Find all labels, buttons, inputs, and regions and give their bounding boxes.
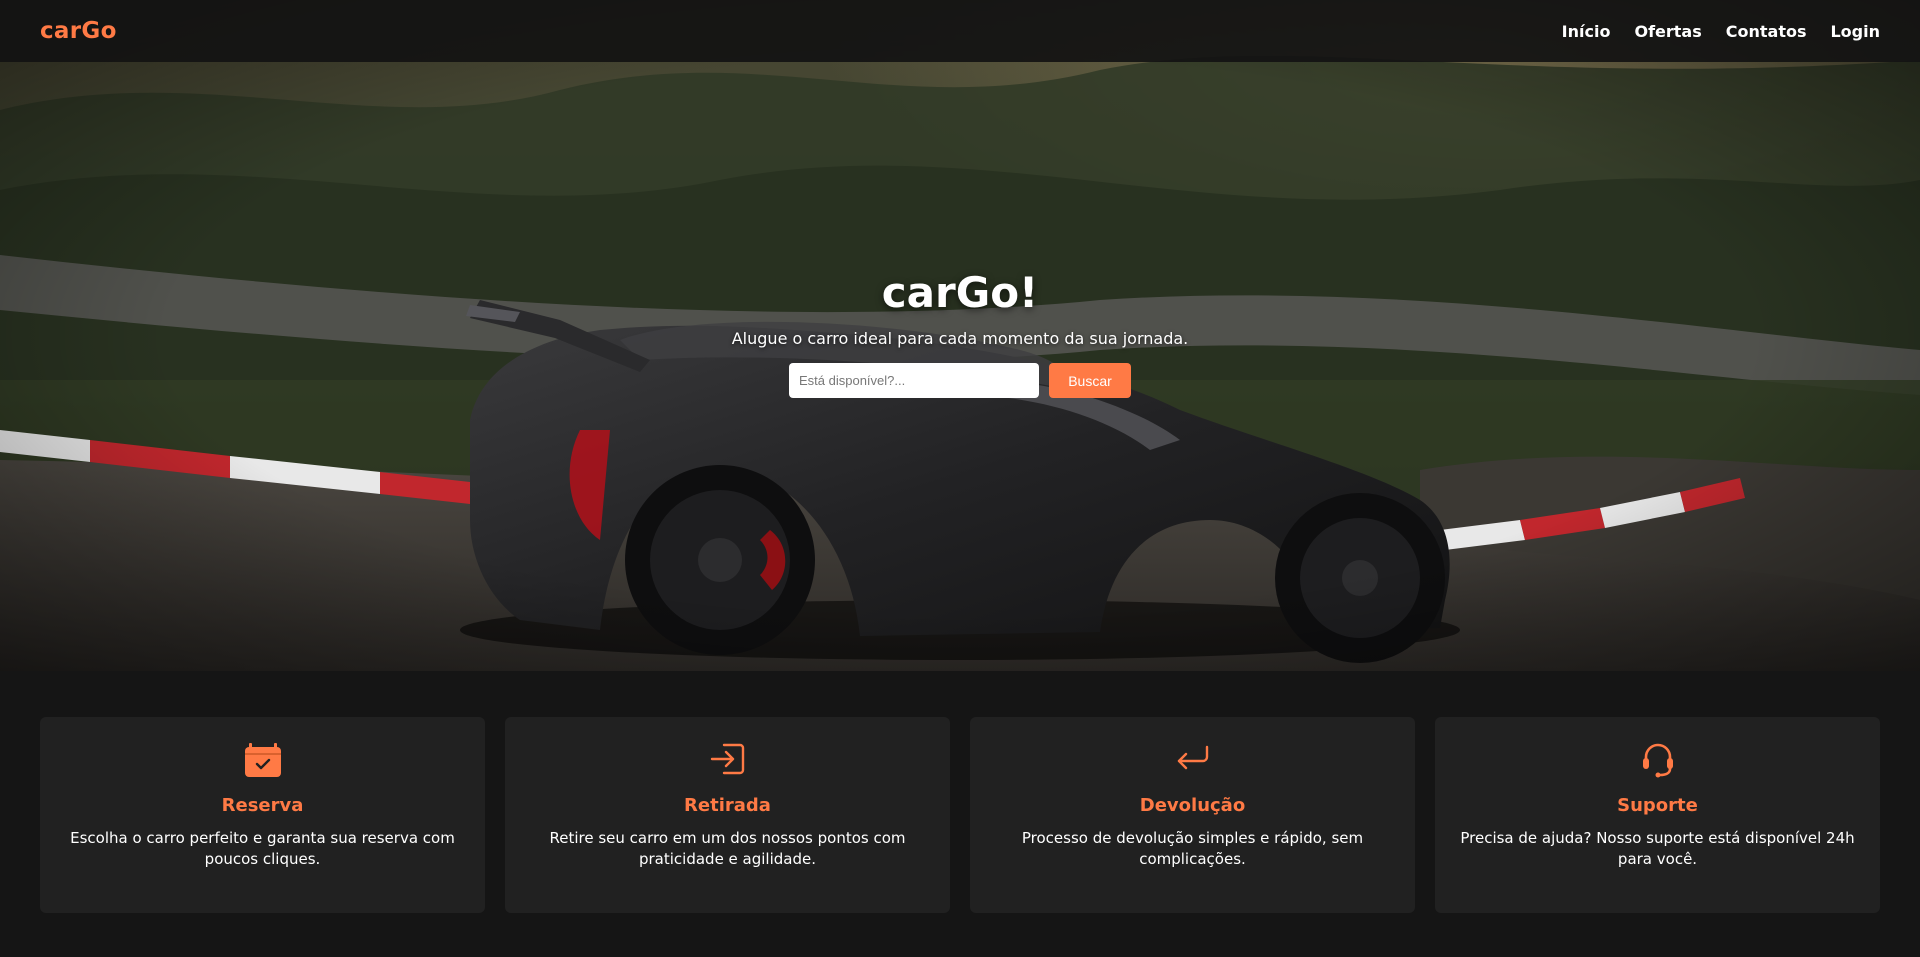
- logo[interactable]: carGo: [40, 18, 117, 44]
- nav-link-contatos[interactable]: Contatos: [1726, 22, 1807, 41]
- hero-content: carGo! Alugue o carro ideal para cada mo…: [0, 268, 1920, 398]
- feature-title: Devolução: [1139, 795, 1246, 816]
- hero-title: carGo!: [881, 268, 1039, 317]
- feature-title: Retirada: [684, 795, 771, 816]
- search-bar: Buscar: [789, 363, 1131, 398]
- nav-link-inicio[interactable]: Início: [1562, 22, 1611, 41]
- feature-title: Suporte: [1617, 795, 1698, 816]
- feature-text: Precisa de ajuda? Nosso suporte está dis…: [1460, 829, 1855, 868]
- return-arrow-icon: [1171, 737, 1215, 781]
- headset-icon: [1636, 737, 1680, 781]
- feature-card-reserva: Reserva Escolha o carro perfeito e garan…: [40, 717, 485, 913]
- navbar: carGo Início Ofertas Contatos Login: [0, 0, 1920, 62]
- calendar-check-icon: [241, 737, 285, 781]
- search-button[interactable]: Buscar: [1049, 363, 1131, 398]
- nav-link-ofertas[interactable]: Ofertas: [1634, 22, 1701, 41]
- feature-text: Retire seu carro em um dos nossos pontos…: [549, 829, 906, 868]
- feature-text: Processo de devolução simples e rápido, …: [1021, 829, 1364, 868]
- feature-card-devolucao: Devolução Processo de devolução simples …: [970, 717, 1415, 913]
- sign-in-icon: [706, 737, 750, 781]
- nav-links: Início Ofertas Contatos Login: [1562, 22, 1880, 41]
- hero-subtitle: Alugue o carro ideal para cada momento d…: [731, 329, 1189, 348]
- search-input[interactable]: [789, 363, 1039, 398]
- feature-card-retirada: Retirada Retire seu carro em um dos noss…: [505, 717, 950, 913]
- feature-text: Escolha o carro perfeito e garanta sua r…: [70, 829, 455, 868]
- hero-section: carGo! Alugue o carro ideal para cada mo…: [0, 0, 1920, 671]
- feature-card-suporte: Suporte Precisa de ajuda? Nosso suporte …: [1435, 717, 1880, 913]
- nav-link-login[interactable]: Login: [1830, 22, 1880, 41]
- features-section: Reserva Escolha o carro perfeito e garan…: [40, 717, 1880, 913]
- feature-title: Reserva: [221, 795, 304, 816]
